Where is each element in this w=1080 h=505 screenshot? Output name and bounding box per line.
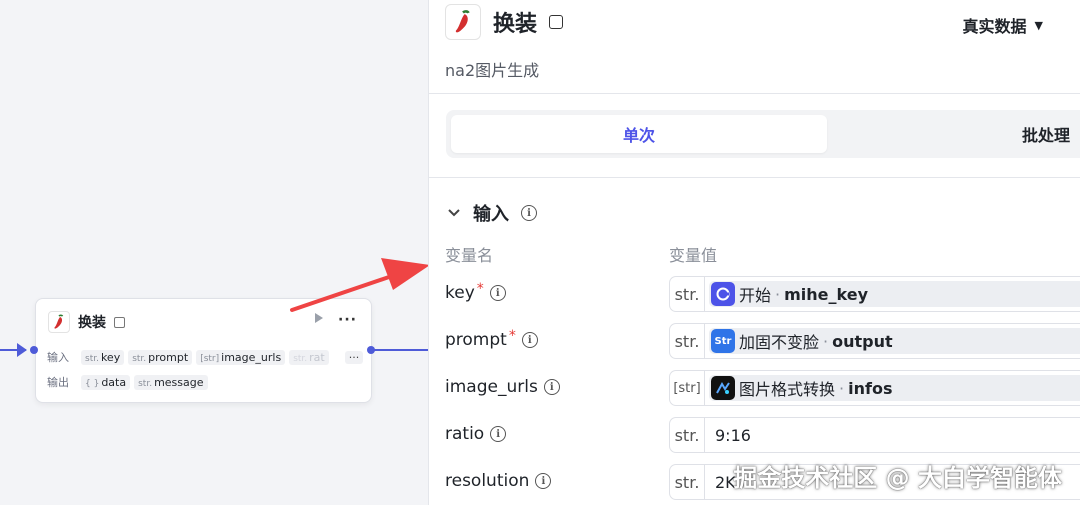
tabs-divider (429, 177, 1080, 178)
node-input-port[interactable] (30, 346, 38, 354)
param-value-key[interactable]: str. 开始 · mihe_key (669, 276, 1080, 312)
param-name-prompt: prompt * i (445, 328, 538, 350)
watermark-text: 掘金技术社区 @ 大白学智能体 (733, 464, 1062, 492)
param-value-text[interactable]: 9:16 (715, 426, 751, 445)
chili-pepper-icon (445, 4, 481, 40)
source-node-name: 开始 (739, 286, 772, 305)
param-name-resolution: resolution i (445, 471, 552, 491)
variable-reference-chip[interactable]: Str 加固不变脸 · output (709, 328, 1080, 354)
param-name-image-urls: image_urls i (445, 377, 560, 397)
separator: · (775, 284, 781, 304)
header-divider (429, 93, 1080, 94)
inputs-section-header[interactable]: 输入 i (447, 200, 537, 226)
type-badge: str. (670, 324, 705, 358)
incoming-edge-arrowhead (17, 343, 27, 357)
node-output-tag: { } data (81, 374, 131, 390)
tab-batch[interactable]: 批处理 (986, 115, 1080, 153)
type-badge: str. (670, 465, 705, 499)
run-mode-tabs: 单次 批处理 (446, 110, 1080, 158)
node-inputs-row: 输入 str. key str. prompt [str] image_urls st… (47, 349, 364, 365)
node-inputs-more-button[interactable]: ··· (344, 350, 364, 364)
node-input-tag: str. key (81, 349, 125, 365)
text-process-node-icon: Str (711, 329, 735, 353)
source-variable-name: infos (848, 378, 893, 398)
chevron-down-icon (448, 209, 460, 217)
param-value-ratio[interactable]: str. 9:16 (669, 417, 1080, 453)
annotation-arrow (290, 258, 430, 312)
data-mode-label: 真实数据 (962, 17, 1027, 36)
outgoing-edge (374, 349, 428, 351)
node-detail-panel: 换装 真实数据 ▼ na2图片生成 单次 批处理 输入 i 变量名 变量值 ke… (428, 0, 1080, 505)
type-badge: [str] (670, 371, 705, 405)
param-value-image-urls[interactable]: [str] 图片格式转换 · infos (669, 370, 1080, 406)
source-node-name: 加固不变脸 (739, 333, 820, 352)
column-header-name: 变量名 (445, 246, 494, 265)
param-value-prompt[interactable]: str. Str 加固不变脸 · output (669, 323, 1080, 359)
image-convert-node-icon (711, 376, 735, 400)
info-icon[interactable]: i (521, 205, 537, 221)
param-name-ratio: ratio i (445, 424, 507, 444)
panel-title: 换装 (493, 12, 538, 37)
source-variable-name: mihe_key (784, 284, 868, 304)
node-inputs-label: 输入 (47, 351, 69, 364)
separator: · (839, 378, 845, 398)
info-icon[interactable]: i (521, 332, 538, 348)
variable-reference-chip[interactable]: 开始 · mihe_key (709, 281, 1080, 307)
source-node-name: 图片格式转换 (739, 380, 836, 399)
node-type-icon[interactable] (549, 15, 564, 29)
inputs-section-title: 输入 (473, 204, 509, 225)
type-badge: str. (670, 418, 705, 452)
node-output-tag: str. message (134, 374, 208, 390)
required-asterisk: * (476, 281, 484, 297)
param-name-key: key * i (445, 281, 506, 303)
node-input-tag: str. rat (289, 349, 329, 365)
node-outputs-row: 输出 { } data str. message (47, 374, 208, 390)
node-outputs-label: 输出 (47, 376, 69, 389)
column-header-value: 变量值 (669, 246, 718, 265)
info-icon[interactable]: i (535, 473, 552, 489)
separator: · (823, 331, 829, 351)
panel-description: na2图片生成 (445, 61, 540, 80)
data-mode-dropdown[interactable]: 真实数据 ▼ (963, 13, 1043, 37)
node-output-port[interactable] (367, 346, 375, 354)
info-icon[interactable]: i (489, 285, 506, 301)
source-variable-name: output (832, 331, 893, 351)
required-asterisk: * (508, 328, 516, 344)
caret-down-icon: ▼ (1034, 18, 1043, 32)
tab-single[interactable]: 单次 (451, 115, 827, 153)
variable-reference-chip[interactable]: 图片格式转换 · infos (709, 375, 1080, 401)
type-badge: str. (670, 277, 705, 311)
node-input-tag: [str] image_urls (196, 349, 286, 365)
start-node-icon (711, 282, 735, 306)
info-icon[interactable]: i (543, 379, 560, 395)
info-icon[interactable]: i (490, 426, 507, 442)
node-input-tag: str. prompt (128, 349, 193, 365)
